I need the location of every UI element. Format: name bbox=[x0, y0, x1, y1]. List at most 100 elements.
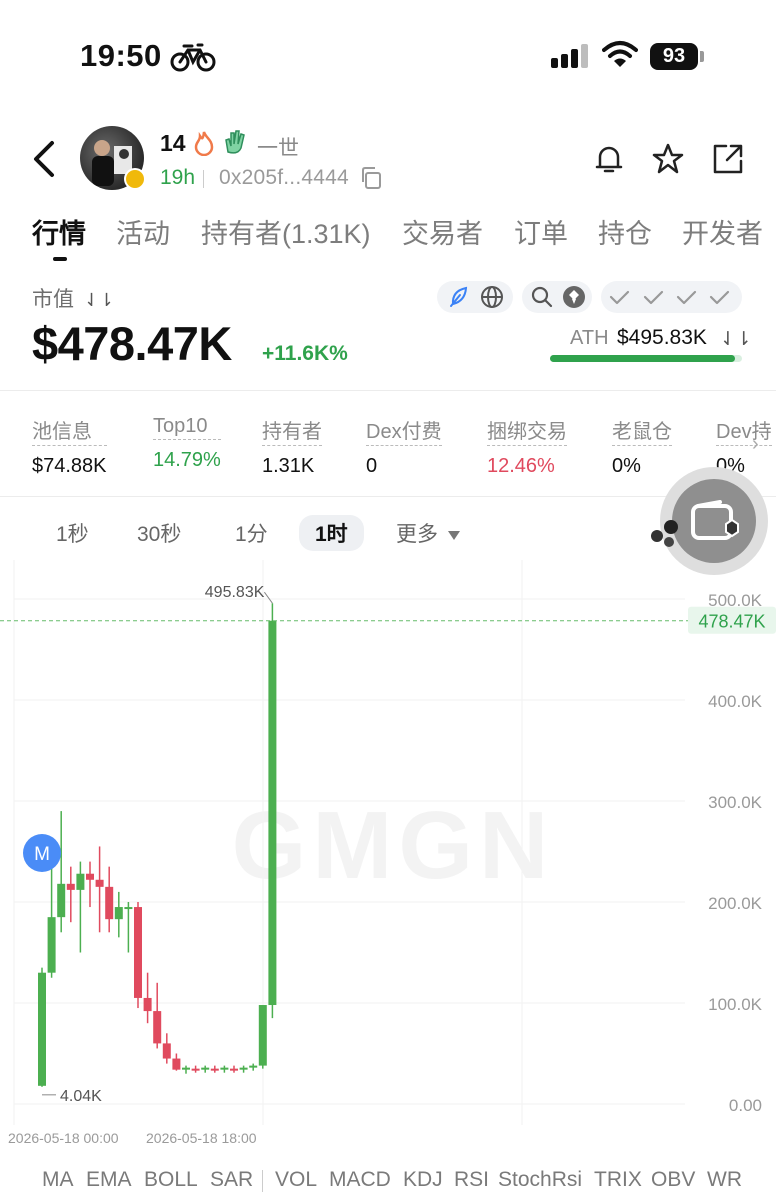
interval-more-label: 更多 bbox=[396, 523, 438, 546]
check-marks-icon bbox=[609, 290, 730, 305]
market-cap-value: $478.47K bbox=[32, 317, 232, 370]
stat-value: 1.31K bbox=[262, 455, 315, 477]
stat-item[interactable]: 捆绑交易 12.46% bbox=[487, 415, 567, 478]
stat-label: 捆绑交易 bbox=[487, 415, 567, 446]
candle-body bbox=[172, 1058, 181, 1070]
candle-body bbox=[86, 873, 94, 880]
security-checks[interactable] bbox=[601, 281, 742, 313]
tab-holders[interactable]: 持有者(1.31K) bbox=[201, 212, 371, 251]
divider bbox=[0, 390, 776, 391]
candle-body bbox=[134, 907, 142, 998]
candle-body bbox=[38, 972, 46, 1086]
stat-value: 0 bbox=[366, 455, 378, 477]
indicator-sar[interactable]: SAR bbox=[210, 1168, 253, 1192]
token-name: 14 bbox=[160, 130, 186, 156]
candle-body bbox=[114, 907, 123, 920]
stat-label: Dex付费 bbox=[366, 415, 442, 446]
candle-body bbox=[258, 1005, 267, 1066]
ath-value: $495.83K bbox=[617, 326, 707, 349]
candle-body bbox=[66, 883, 75, 890]
indicator-obv[interactable]: OBV bbox=[651, 1168, 695, 1192]
wifi-icon bbox=[602, 41, 638, 67]
indicator-separator bbox=[262, 1170, 263, 1192]
share-icon[interactable] bbox=[711, 142, 745, 176]
tab-orders[interactable]: 订单 bbox=[514, 212, 568, 251]
status-time: 19:50 bbox=[80, 38, 162, 73]
stat-value: 0% bbox=[612, 455, 641, 477]
candle-body bbox=[47, 917, 56, 973]
interval-1s[interactable]: 1秒 bbox=[56, 518, 89, 548]
tab-positions[interactable]: 持仓 bbox=[598, 212, 652, 251]
interval-30s[interactable]: 30秒 bbox=[137, 518, 181, 548]
market-cap-label-text: 市值 bbox=[32, 288, 74, 311]
stat-label: Dev持 bbox=[716, 415, 772, 446]
high-price-label: 495.83K bbox=[205, 584, 265, 601]
indicator-trix[interactable]: TRIX bbox=[594, 1168, 642, 1192]
drag-dot bbox=[651, 530, 663, 542]
candle-body bbox=[220, 1067, 229, 1070]
bell-icon[interactable] bbox=[592, 142, 626, 176]
chevron-right-icon[interactable]: › bbox=[752, 433, 759, 456]
tab-developer[interactable]: 开发者 bbox=[682, 212, 763, 251]
indicator-macd[interactable]: MACD bbox=[329, 1168, 391, 1192]
market-cap-change: +11.6K% bbox=[262, 342, 348, 365]
indicator-stochrsi[interactable]: StochRsi bbox=[498, 1168, 582, 1192]
divider bbox=[0, 496, 776, 497]
drag-dot bbox=[664, 537, 674, 547]
indicator-vol[interactable]: VOL bbox=[275, 1168, 317, 1192]
interval-1m[interactable]: 1分 bbox=[235, 518, 268, 548]
candle-body bbox=[105, 886, 114, 920]
caret-down-icon bbox=[448, 530, 460, 540]
stat-label: 池信息 bbox=[32, 415, 107, 446]
ath-progress-fill bbox=[550, 355, 736, 362]
candle-body bbox=[210, 1068, 219, 1071]
search-icon[interactable] bbox=[530, 285, 554, 309]
market-cap-label[interactable]: 市值 ⇃⇂ bbox=[32, 283, 114, 313]
battery-tip bbox=[700, 51, 704, 62]
cellular-signal-icon bbox=[551, 44, 588, 68]
bnb-chain-icon[interactable] bbox=[562, 285, 586, 309]
sort-icon: ⇃⇂ bbox=[83, 290, 115, 310]
stat-item[interactable]: Top10 14.79% bbox=[153, 415, 221, 472]
candle-body bbox=[153, 1011, 162, 1044]
indicator-rsi[interactable]: RSI bbox=[454, 1168, 489, 1192]
indicator-wr[interactable]: WR bbox=[707, 1168, 742, 1192]
ath-sort-icon[interactable]: ⇃⇂ bbox=[720, 328, 752, 351]
indicator-boll[interactable]: BOLL bbox=[144, 1168, 198, 1192]
indicator-ema[interactable]: EMA bbox=[86, 1168, 132, 1192]
star-icon[interactable] bbox=[651, 142, 685, 176]
chart-watermark: GMGN bbox=[232, 792, 555, 899]
low-price-label: 4.04K bbox=[60, 1088, 102, 1105]
interval-more[interactable]: 更多 bbox=[396, 518, 460, 548]
y-axis-tick-label: 200.0K bbox=[708, 894, 763, 913]
token-age: 19h bbox=[160, 166, 196, 189]
stat-value: 14.79% bbox=[153, 449, 221, 471]
high-label-leader bbox=[263, 591, 273, 604]
y-axis-tick-label: 100.0K bbox=[708, 995, 763, 1014]
contract-address[interactable]: 0x205f...4444 bbox=[219, 166, 349, 190]
bicycle-icon bbox=[170, 43, 216, 72]
indicator-kdj[interactable]: KDJ bbox=[403, 1168, 443, 1192]
copy-icon[interactable] bbox=[359, 166, 383, 190]
stat-item[interactable]: 池信息 $74.88K bbox=[32, 415, 107, 478]
current-price-label: 478.47K bbox=[698, 612, 765, 632]
candle-body bbox=[249, 1065, 258, 1068]
price-chart[interactable]: 500.0K400.0K300.0K200.0K100.0K0.00GMGN49… bbox=[0, 560, 776, 1160]
stat-item[interactable]: Dex付费 0 bbox=[366, 415, 442, 478]
interval-1h[interactable]: 1时 bbox=[299, 515, 364, 551]
feather-icon[interactable] bbox=[446, 285, 470, 309]
globe-icon[interactable] bbox=[480, 285, 504, 309]
stat-label: Top10 bbox=[153, 415, 221, 440]
stat-item[interactable]: 持有者 1.31K bbox=[262, 415, 322, 478]
tab-traders[interactable]: 交易者 bbox=[402, 212, 483, 251]
y-axis-tick-label: 0.00 bbox=[729, 1096, 762, 1115]
candle-body bbox=[230, 1068, 238, 1071]
stat-item[interactable]: 老鼠仓 0% bbox=[612, 415, 672, 478]
tab-activity[interactable]: 活动 bbox=[116, 212, 170, 251]
marker-badge-label: M bbox=[34, 844, 50, 865]
candle-body bbox=[162, 1043, 171, 1059]
back-arrow-icon[interactable] bbox=[28, 138, 64, 180]
indicator-ma[interactable]: MA bbox=[42, 1168, 74, 1192]
tab-market[interactable]: 行情 bbox=[32, 212, 86, 251]
indicator-bar: MA EMA BOLL SAR VOL MACD KDJ RSI StochRsi TRIX OBV… bbox=[0, 1160, 776, 1199]
